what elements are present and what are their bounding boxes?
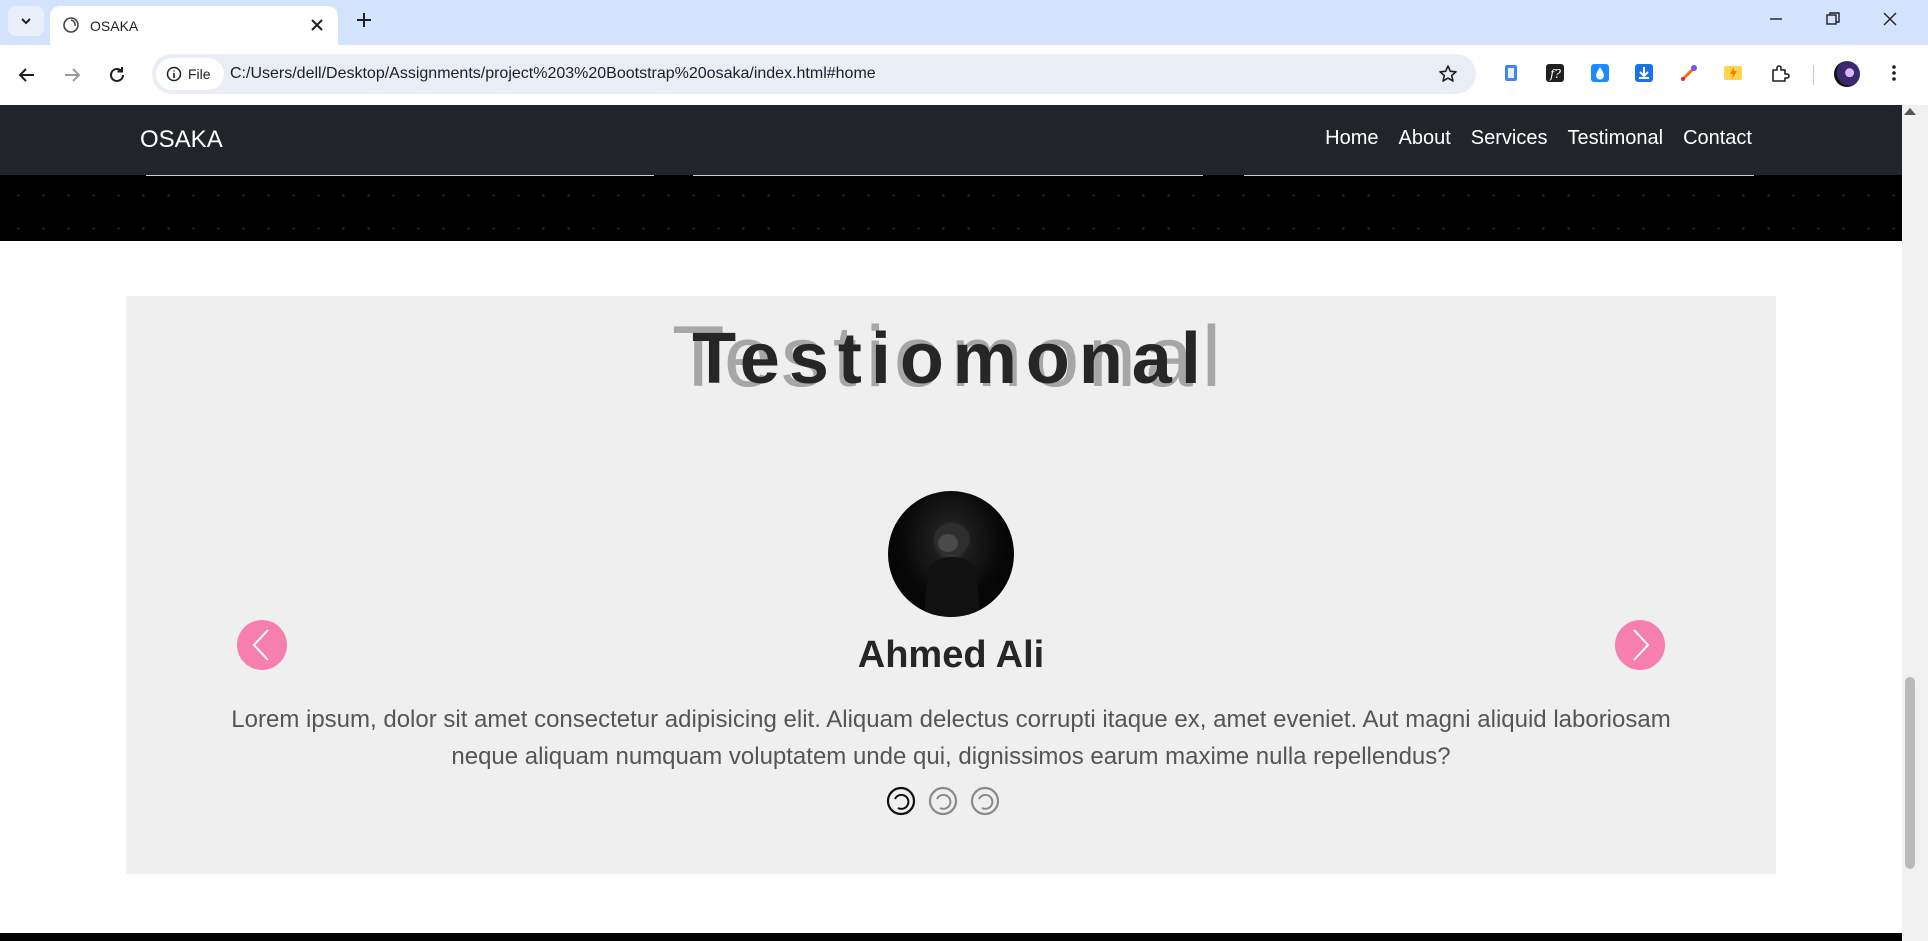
tab-search-button[interactable] bbox=[8, 6, 44, 36]
nav-links: Home About Services Testimonal Contact bbox=[1325, 127, 1752, 150]
testimonial-avatar bbox=[888, 491, 1014, 617]
extension-download-icon[interactable] bbox=[1633, 62, 1655, 84]
site-info-label: File bbox=[188, 66, 211, 82]
extension-drop-icon[interactable] bbox=[1589, 62, 1611, 84]
nav-link-about[interactable]: About bbox=[1398, 127, 1450, 150]
card-border-line bbox=[693, 175, 1203, 176]
close-tab-icon[interactable] bbox=[308, 16, 326, 34]
nav-link-contact[interactable]: Contact bbox=[1683, 127, 1752, 150]
extension-docs-icon[interactable] bbox=[1500, 62, 1522, 84]
browser-tab[interactable]: OSAKA bbox=[50, 6, 338, 45]
address-bar[interactable]: File C:/Users/dell/Desktop/Assignments/p… bbox=[152, 54, 1476, 94]
extensions-puzzle-icon[interactable] bbox=[1769, 62, 1791, 84]
nav-link-home[interactable]: Home bbox=[1325, 127, 1378, 150]
chevron-down-icon bbox=[21, 18, 31, 25]
extension-font-icon[interactable]: f? bbox=[1544, 62, 1566, 84]
services-section-bottom bbox=[0, 175, 1902, 241]
carousel-indicators bbox=[886, 786, 1000, 816]
close-window-icon[interactable] bbox=[1881, 10, 1899, 28]
testimonial-name: Ahmed Ali bbox=[857, 634, 1045, 676]
tab-title: OSAKA bbox=[90, 18, 139, 34]
chevron-right-icon bbox=[1633, 629, 1650, 661]
extension-color-picker-icon[interactable] bbox=[1678, 62, 1700, 84]
section-title: Testiomonal bbox=[692, 319, 1210, 399]
navbar-brand[interactable]: OSAKA bbox=[140, 126, 223, 154]
card-border-line bbox=[146, 175, 654, 176]
browser-tab-strip: OSAKA bbox=[0, 0, 1928, 45]
svg-text:f?: f? bbox=[1549, 67, 1561, 81]
chevron-left-icon bbox=[252, 629, 269, 661]
toolbar-divider bbox=[1813, 65, 1814, 85]
carousel-indicator-1[interactable] bbox=[886, 786, 916, 816]
info-icon bbox=[166, 66, 182, 82]
profile-avatar[interactable] bbox=[1834, 61, 1860, 87]
bookmark-star-icon[interactable] bbox=[1438, 64, 1458, 84]
scroll-up-arrow-icon[interactable] bbox=[1904, 108, 1916, 115]
restore-icon[interactable] bbox=[1824, 10, 1842, 28]
testimonial-text: Lorem ipsum, dolor sit amet consectetur … bbox=[231, 706, 1671, 770]
footer-top-edge bbox=[0, 933, 1902, 941]
minimize-icon[interactable] bbox=[1767, 10, 1785, 28]
carousel-next-button[interactable] bbox=[1615, 620, 1665, 670]
nav-link-testimonal[interactable]: Testimonal bbox=[1567, 127, 1663, 150]
testimonial-section: Testiomonal Testiomonal Ahmed Ali Lorem … bbox=[126, 296, 1776, 874]
site-navbar: OSAKA Home About Services Testimonal Con… bbox=[0, 105, 1902, 175]
nav-link-services[interactable]: Services bbox=[1471, 127, 1548, 150]
card-border-line bbox=[1244, 175, 1754, 176]
browser-toolbar: File C:/Users/dell/Desktop/Assignments/p… bbox=[0, 45, 1928, 105]
extension-bolt-icon[interactable] bbox=[1722, 62, 1744, 84]
carousel-indicator-2[interactable] bbox=[928, 786, 958, 816]
more-menu-icon[interactable] bbox=[1884, 63, 1904, 83]
globe-icon bbox=[63, 17, 79, 33]
url-text[interactable]: C:/Users/dell/Desktop/Assignments/projec… bbox=[230, 65, 876, 83]
new-tab-icon[interactable] bbox=[354, 10, 374, 30]
carousel-prev-button[interactable] bbox=[237, 620, 287, 670]
back-arrow-icon[interactable] bbox=[16, 64, 38, 86]
forward-arrow-icon[interactable] bbox=[61, 64, 83, 86]
carousel-indicator-3[interactable] bbox=[970, 786, 1000, 816]
page-viewport: OSAKA Home About Services Testimonal Con… bbox=[0, 105, 1902, 941]
reload-icon[interactable] bbox=[106, 64, 128, 86]
site-info-button[interactable]: File bbox=[156, 58, 224, 90]
page-scrollbar-thumb[interactable] bbox=[1905, 677, 1915, 869]
